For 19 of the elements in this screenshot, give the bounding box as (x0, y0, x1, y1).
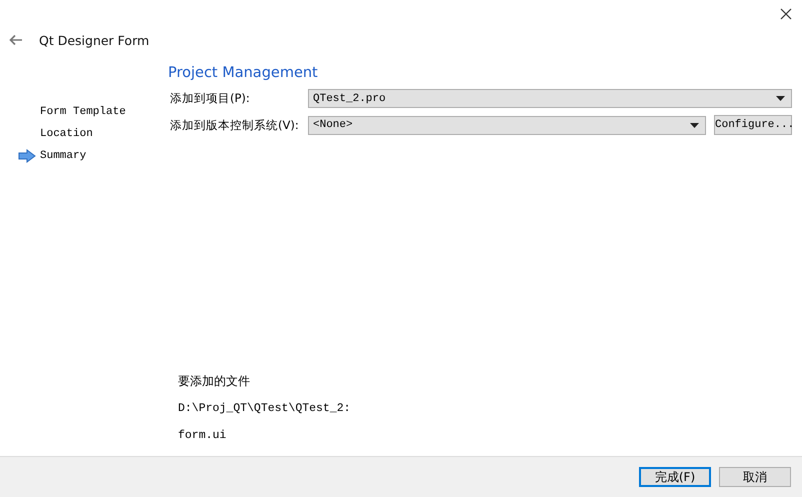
file-path: D:\Proj_QT\QTest\QTest_2: (178, 402, 352, 415)
dialog-button[interactable]: 完成(F) (639, 467, 711, 487)
wizard-step: Summary (40, 150, 86, 162)
close-icon[interactable] (780, 8, 792, 20)
combo-box[interactable]: QTest_2.pro (308, 89, 792, 108)
dropdown-icon (690, 122, 699, 128)
field-label: 添加到项目(P): (169, 91, 251, 106)
window-title: Qt Designer Form (39, 32, 150, 48)
combo-box[interactable]: <None> (308, 116, 706, 134)
back-icon[interactable] (9, 34, 23, 46)
file-name: form.ui (178, 429, 228, 442)
files-heading: 要添加的文件 (178, 373, 251, 390)
dropdown-icon (776, 96, 785, 101)
configure-button[interactable]: Configure... (714, 115, 792, 135)
dialog-button[interactable]: 取消 (719, 467, 791, 487)
field-label: 添加到版本控制系统(V): (169, 118, 300, 132)
page-heading: Project Management (168, 65, 319, 81)
wizard-step: Location (40, 128, 93, 140)
wizard-step: Form Template (40, 106, 126, 118)
